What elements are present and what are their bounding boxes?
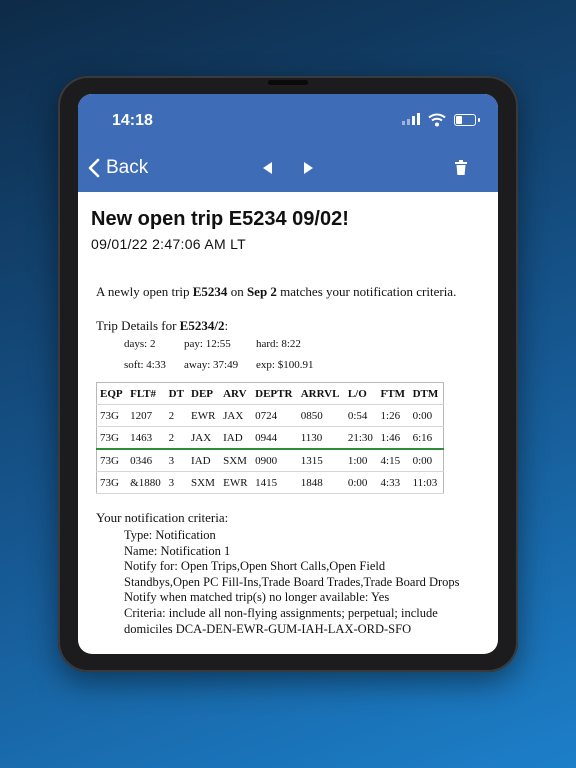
table-cell: 73G	[96, 471, 128, 494]
intro-prefix: A newly open trip	[96, 284, 193, 299]
table-cell: 73G	[96, 404, 128, 427]
criteria-name: Name: Notification 1	[124, 543, 231, 558]
stat-days: days: 2	[124, 338, 156, 350]
table-cell: 73G	[96, 449, 128, 472]
trip-date: Sep 2	[246, 284, 277, 299]
table-cell: 3	[165, 449, 189, 472]
table-header-row: EQP FLT# DT DEP ARV DEPTR ARRVL L/O FTM …	[96, 382, 444, 405]
nav-bar: 14:18 Back	[78, 94, 498, 192]
status-time: 14:18	[112, 112, 153, 129]
intro-suffix: matches your notification criteria.	[276, 284, 457, 299]
header-cell: L/O	[344, 382, 378, 405]
back-button[interactable]: Back	[88, 156, 148, 180]
signal-bar	[412, 116, 415, 125]
table-cell: 0346	[127, 449, 166, 472]
header-cell: DTM	[409, 382, 444, 405]
criteria-filter: Criteria: include all non-flying assignm…	[124, 605, 438, 636]
stat-exp: exp: $100.91	[256, 359, 314, 371]
battery-icon	[454, 114, 480, 126]
table-cell: 0900	[252, 449, 298, 472]
table-cell: 1130	[297, 426, 345, 450]
table-cell: 0724	[252, 404, 298, 427]
table-cell: 2	[165, 404, 189, 427]
previous-button[interactable]	[260, 160, 274, 176]
trip-table: EQP FLT# DT DEP ARV DEPTR ARRVL L/O FTM …	[96, 382, 444, 494]
trip-id: E5234	[192, 284, 228, 299]
trip-details-colon: :	[224, 318, 229, 333]
header-cell: DT	[165, 382, 189, 405]
header-cell: FTM	[377, 382, 410, 405]
message-content: New open trip E5234 09/02! 09/01/22 2:47…	[78, 192, 498, 654]
wifi-icon	[428, 113, 446, 127]
signal-bar	[417, 113, 420, 125]
header-cell: DEP	[188, 382, 221, 405]
table-cell: 1315	[297, 449, 345, 472]
intro-mid: on	[227, 284, 247, 299]
table-cell: JAX	[188, 426, 221, 450]
criteria-notify-for: Notify for: Open Trips,Open Short Calls,…	[124, 559, 460, 589]
table-row: 73G 1463 2 JAX IAD 0944 1130 21:30 1:46 …	[96, 426, 444, 450]
table-cell: 0:54	[344, 404, 378, 427]
table-cell: 1:46	[377, 426, 410, 450]
table-cell: 6:16	[409, 426, 444, 450]
table-cell: SXM	[188, 471, 221, 494]
trip-ref: E5234/2	[179, 318, 225, 333]
table-cell: 0944	[252, 426, 298, 450]
app-screen: 14:18 Back New open trip E5234 09/02! 09…	[78, 94, 498, 654]
table-cell: IAD	[188, 449, 221, 472]
table-cell: 0:00	[409, 404, 444, 427]
criteria-list: Type: Notification Name: Notification 1 …	[124, 528, 464, 637]
page-title: New open trip E5234 09/02!	[91, 208, 349, 230]
table-cell: 3	[165, 471, 189, 494]
header-cell: ARRVL	[297, 382, 345, 405]
table-cell: 0:00	[409, 449, 444, 472]
table-cell: SXM	[220, 449, 253, 472]
table-row: 73G &1880 3 SXM EWR 1415 1848 0:00 4:33 …	[96, 471, 444, 494]
stat-pay: pay: 12:55	[184, 338, 231, 350]
intro-text: A newly open trip E5234 on Sep 2 matches…	[96, 284, 456, 300]
table-cell: EWR	[188, 404, 221, 427]
table-cell: 1:00	[344, 449, 378, 472]
chevron-left-icon	[88, 158, 100, 178]
table-cell: 1:26	[377, 404, 410, 427]
table-cell: 2	[165, 426, 189, 450]
signal-bar	[407, 119, 410, 125]
table-cell: 21:30	[344, 426, 378, 450]
table-cell: 1848	[297, 471, 345, 494]
stat-away: away: 37:49	[184, 359, 239, 371]
table-cell: &1880	[127, 471, 166, 494]
criteria-notify-when: Notify when matched trip(s) no longer av…	[124, 590, 390, 605]
table-cell: 1207	[127, 404, 166, 427]
table-cell: 1463	[127, 426, 166, 450]
table-cell: 4:33	[377, 471, 410, 494]
table-cell: IAD	[220, 426, 253, 450]
stat-soft: soft: 4:33	[124, 359, 166, 371]
status-icons	[402, 113, 480, 127]
header-cell: DEPTR	[252, 382, 298, 405]
next-button[interactable]	[302, 160, 316, 176]
table-cell: 73G	[96, 426, 128, 450]
table-row: 73G 1207 2 EWR JAX 0724 0850 0:54 1:26 0…	[96, 404, 444, 427]
signal-icon	[402, 121, 405, 125]
header-cell: EQP	[96, 382, 128, 405]
criteria-type: Type: Notification	[124, 528, 216, 542]
trash-icon[interactable]	[454, 160, 468, 176]
table-cell: 4:15	[377, 449, 410, 472]
table-cell: 0850	[297, 404, 345, 427]
table-cell: 0:00	[344, 471, 378, 494]
table-cell: JAX	[220, 404, 253, 427]
criteria-heading: Your notification criteria:	[96, 510, 229, 525]
stat-hard: hard: 8:22	[256, 338, 301, 350]
back-label: Back	[106, 157, 149, 178]
trip-details-label: Trip Details for	[96, 318, 180, 333]
table-cell: EWR	[220, 471, 253, 494]
header-cell: ARV	[220, 382, 253, 405]
table-cell: 11:03	[409, 471, 444, 494]
timestamp: 09/01/22 2:47:06 AM LT	[91, 236, 247, 252]
header-cell: FLT#	[127, 382, 166, 405]
camera	[268, 80, 308, 85]
table-cell: 1415	[252, 471, 298, 494]
table-row: 73G 0346 3 IAD SXM 0900 1315 1:00 4:15 0…	[96, 449, 444, 472]
trip-details-heading: Trip Details for E5234/2:	[96, 318, 228, 334]
